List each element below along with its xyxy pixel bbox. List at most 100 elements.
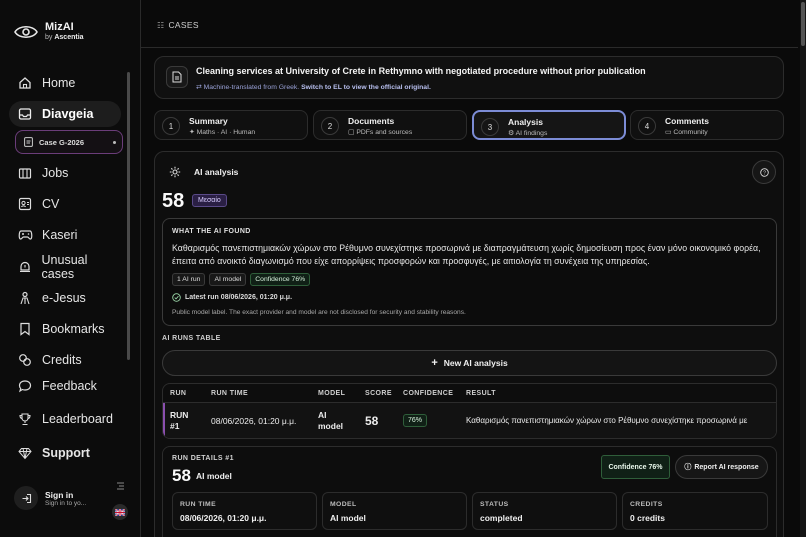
column-header-model: MODEL bbox=[318, 390, 346, 397]
topbar: ☷ CASES bbox=[141, 0, 798, 48]
sidebar-item-label: CV bbox=[42, 197, 60, 211]
help-button[interactable]: ? bbox=[752, 160, 776, 184]
step-title: Comments bbox=[665, 116, 709, 126]
robot-icon: ⚙ bbox=[508, 130, 515, 137]
tab-analysis[interactable]: 3 Analysis ⚙ AI findings bbox=[472, 110, 626, 140]
step-number: 2 bbox=[321, 117, 339, 135]
sidebar-item-kaseri[interactable]: Kaseri bbox=[9, 222, 121, 248]
bookmark-icon bbox=[17, 321, 33, 337]
brand-by-prefix: by bbox=[45, 34, 53, 41]
sidebar-scrollbar[interactable] bbox=[127, 72, 130, 360]
sidebar-item-cv[interactable]: CV bbox=[9, 191, 121, 217]
step-subtitle: ▭ Community bbox=[665, 128, 708, 136]
report-ai-response-button[interactable]: ⓘ Report AI response bbox=[675, 455, 768, 479]
signin-button[interactable] bbox=[14, 486, 38, 510]
sidebar-item-feedback[interactable]: Feedback bbox=[9, 373, 121, 399]
ai-analysis-title: AI analysis bbox=[194, 167, 239, 177]
sidebar-item-label: Bookmarks bbox=[42, 322, 105, 336]
brand-by-name: Ascentia bbox=[54, 34, 84, 41]
signin-subtitle: Sign in to yo... bbox=[45, 499, 87, 507]
sidebar-item-e-jesus[interactable]: e-Jesus bbox=[9, 285, 121, 311]
building-icon bbox=[17, 165, 33, 181]
gem-icon bbox=[17, 445, 33, 461]
detail-cell-model: MODEL AI model bbox=[322, 492, 467, 530]
sidebar-item-leaderboard[interactable]: Leaderboard bbox=[9, 406, 121, 432]
step-subtitle: ⚙ AI findings bbox=[508, 129, 547, 137]
confidence-button[interactable]: Confidence 76% bbox=[601, 455, 670, 479]
eye-logo-icon bbox=[14, 25, 38, 38]
sidebar-item-label: Support bbox=[42, 446, 90, 460]
translation-link[interactable]: Switch to EL to view the official origin… bbox=[301, 84, 431, 91]
ai-analysis-panel: AI analysis ? 58 Μεσαίο WHAT THE AI FOUN… bbox=[154, 151, 784, 537]
detail-value: AI model bbox=[330, 513, 366, 523]
comment-icon: ▭ bbox=[665, 129, 672, 136]
sidebar-item-credits[interactable]: Credits bbox=[9, 347, 121, 373]
sidebar: MizAI by Ascentia Home Diavgeia Case G-2… bbox=[0, 0, 141, 537]
gear-icon bbox=[169, 166, 181, 178]
run-cell: RUN #1 bbox=[170, 410, 188, 432]
sidebar-item-unusual-cases[interactable]: Unusual cases bbox=[9, 253, 121, 281]
tab-comments[interactable]: 4 Comments ▭ Community bbox=[630, 110, 784, 140]
step-number: 4 bbox=[638, 117, 656, 135]
risk-level-badge: Μεσαίο bbox=[192, 194, 227, 207]
new-ai-analysis-label: New AI analysis bbox=[443, 358, 508, 368]
sidebar-item-label: Feedback bbox=[42, 379, 97, 393]
model-cell-line1: AI bbox=[318, 410, 327, 420]
model-cell-line2: model bbox=[318, 421, 344, 431]
new-ai-analysis-button[interactable]: + New AI analysis bbox=[162, 350, 777, 376]
column-header-score: SCORE bbox=[365, 390, 392, 397]
page-scrollbar[interactable] bbox=[800, 0, 806, 537]
detail-value: 08/06/2026, 01:20 μ.μ. bbox=[180, 513, 267, 523]
trophy-icon bbox=[17, 411, 33, 427]
page-scrollbar-thumb[interactable] bbox=[801, 2, 805, 46]
run-details-label: RUN DETAILS #1 bbox=[172, 455, 234, 462]
step-number: 3 bbox=[481, 118, 499, 136]
step-subtitle-text: Maths · AI · Human bbox=[196, 129, 256, 136]
brand-by: by Ascentia bbox=[45, 33, 84, 42]
file-icon: ▢ bbox=[348, 129, 355, 136]
confidence-chip: Confidence 76% bbox=[250, 273, 311, 286]
tab-documents[interactable]: 2 Documents ▢ PDFs and sources bbox=[313, 110, 467, 140]
step-subtitle: ✦ Maths · AI · Human bbox=[189, 128, 255, 136]
document-icon bbox=[24, 137, 33, 147]
app-root: MizAI by Ascentia Home Diavgeia Case G-2… bbox=[0, 0, 806, 537]
sidebar-item-diavgeia[interactable]: Diavgeia bbox=[9, 101, 121, 127]
run-details-model: AI model bbox=[196, 471, 232, 481]
step-subtitle: ▢ PDFs and sources bbox=[348, 128, 412, 136]
sidebar-item-jobs[interactable]: Jobs bbox=[9, 160, 121, 186]
list-icon: ☷ bbox=[157, 20, 165, 30]
alert-bell-icon bbox=[17, 259, 33, 275]
translation-notice[interactable]: ⇄ Machine-translated from Greek. Switch … bbox=[196, 83, 431, 91]
step-number: 1 bbox=[162, 117, 180, 135]
model-chip: AI model bbox=[209, 273, 247, 286]
run-cell-line2: #1 bbox=[170, 421, 180, 431]
person-icon bbox=[17, 290, 33, 306]
brand-name: MizAI bbox=[45, 21, 74, 33]
runs-table-label: AI RUNS TABLE bbox=[162, 335, 221, 342]
signin-area[interactable]: Sign in Sign in to yo... bbox=[14, 486, 86, 510]
report-ai-response-label: Report AI response bbox=[694, 463, 759, 471]
sidebar-item-label: Jobs bbox=[42, 166, 69, 180]
case-pill-dot bbox=[113, 141, 116, 144]
result-cell: Καθαρισμός πανεπιστημιακών χώρων στο Ρέθ… bbox=[466, 416, 748, 425]
sidebar-item-bookmarks[interactable]: Bookmarks bbox=[9, 316, 121, 342]
latest-run-time: 08/06/2026, 01:20 μ.μ. bbox=[220, 294, 293, 301]
language-flag-icon[interactable] bbox=[112, 504, 128, 520]
breadcrumb[interactable]: ☷ CASES bbox=[157, 20, 199, 30]
brand[interactable]: MizAI by Ascentia bbox=[14, 21, 84, 42]
gamepad-icon bbox=[17, 227, 33, 243]
collapse-icon[interactable] bbox=[113, 479, 127, 493]
sidebar-item-support[interactable]: Support bbox=[9, 440, 121, 466]
ai-finding-card: WHAT THE AI FOUND Καθαρισμός πανεπιστημι… bbox=[162, 218, 777, 326]
signin-title: Sign in bbox=[45, 489, 74, 500]
case-pill[interactable]: Case G-2026 bbox=[15, 130, 123, 154]
question-icon: ? bbox=[759, 167, 769, 177]
table-row[interactable]: RUN #1 08/06/2026, 01:20 μ.μ. AI model 5… bbox=[163, 402, 776, 438]
detail-cell-run-time: RUN TIME 08/06/2026, 01:20 μ.μ. bbox=[172, 492, 317, 530]
sidebar-item-label: Kaseri bbox=[42, 228, 78, 242]
selected-row-indicator bbox=[163, 403, 165, 438]
sidebar-item-home[interactable]: Home bbox=[9, 70, 121, 96]
tab-summary[interactable]: 1 Summary ✦ Maths · AI · Human bbox=[154, 110, 308, 140]
step-title: Analysis bbox=[508, 117, 543, 127]
column-header-run-time: RUN TIME bbox=[211, 390, 249, 397]
